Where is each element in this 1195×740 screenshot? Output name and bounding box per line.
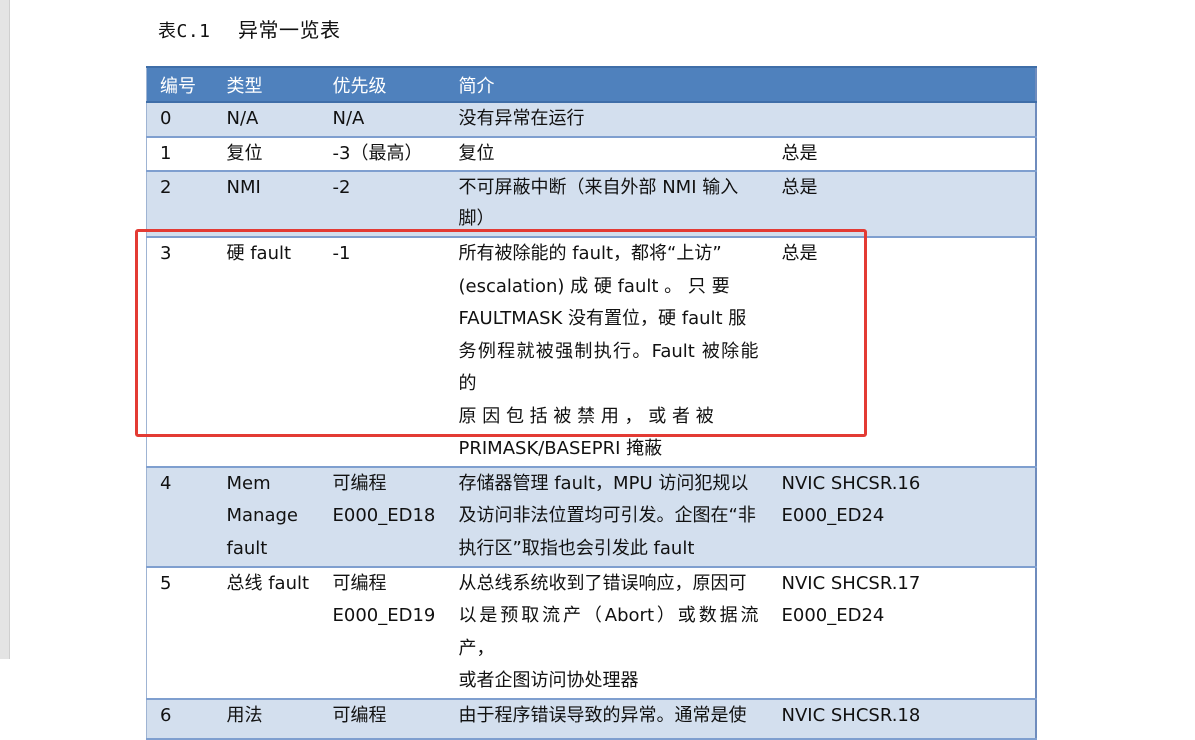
table-header-row: 编号 类型 优先级 简介 xyxy=(146,66,1036,103)
page-left-edge xyxy=(0,0,10,659)
table-row: 3 硬 fault -1 所有被除能的 fault，都将“上访” (escalat… xyxy=(146,237,1036,468)
cell-number: 5 xyxy=(146,566,214,700)
table-caption-label: 表C.1 xyxy=(158,21,211,42)
cell-type: 总线 fault xyxy=(213,566,320,700)
table-row: 4 Mem Manage fault 可编程 E000_ED18 存储器管理 faul… xyxy=(146,466,1036,568)
cell-number: 1 xyxy=(146,136,214,172)
cell-priority: -1 xyxy=(319,237,446,468)
cell-type: N/A xyxy=(213,102,320,138)
table-caption: 表C.1 异常一览表 xyxy=(158,14,340,43)
cell-extra: 总是 xyxy=(768,136,1036,172)
cell-priority: N/A xyxy=(319,102,446,138)
exception-table: 编号 类型 优先级 简介 0 N/A N/A 没有异常在运行 1 复位 -3（最… xyxy=(146,66,1037,740)
cell-number: 6 xyxy=(146,698,214,740)
header-number: 编号 xyxy=(146,66,214,103)
header-priority: 优先级 xyxy=(319,66,446,103)
cell-type: 硬 fault xyxy=(213,237,320,468)
cell-extra xyxy=(768,102,1036,138)
cell-type: 复位 xyxy=(213,136,320,172)
cell-priority: -3（最高） xyxy=(319,136,446,172)
table-row: 2 NMI -2 不可屏蔽中断（来自外部 NMI 输入 脚） 总是 xyxy=(146,171,1036,238)
cell-type: Mem Manage fault xyxy=(213,466,320,568)
cell-priority: -2 xyxy=(319,171,446,238)
cell-extra: NVIC SHCSR.18 xyxy=(768,698,1036,740)
cell-number: 3 xyxy=(146,237,214,468)
cell-type: NMI xyxy=(213,171,320,238)
cell-description: 复位 xyxy=(445,136,769,172)
table-row: 5 总线 fault 可编程 E000_ED19 从总线系统收到了错误响应，原因可… xyxy=(146,566,1036,700)
cell-priority: 可编程 xyxy=(319,698,446,740)
table-caption-title: 异常一览表 xyxy=(237,18,341,42)
cell-priority: 可编程 E000_ED18 xyxy=(319,466,446,568)
cell-priority: 可编程 E000_ED19 xyxy=(319,566,446,700)
cell-number: 0 xyxy=(146,102,214,138)
cell-type: 用法 xyxy=(213,698,320,740)
cell-description: 没有异常在运行 xyxy=(445,102,769,138)
table-row: 1 复位 -3（最高） 复位 总是 xyxy=(146,136,1036,172)
cell-number: 2 xyxy=(146,171,214,238)
cell-description: 由于程序错误导致的异常。通常是使 xyxy=(445,698,769,740)
header-description: 简介 xyxy=(445,66,769,103)
header-type: 类型 xyxy=(213,66,320,103)
cell-extra: 总是 xyxy=(768,237,1036,468)
cell-description: 不可屏蔽中断（来自外部 NMI 输入 脚） xyxy=(445,171,769,238)
table-row: 6 用法 可编程 由于程序错误导致的异常。通常是使 NVIC SHCSR.18 xyxy=(146,698,1036,740)
header-extra xyxy=(768,66,1036,103)
cell-number: 4 xyxy=(146,466,214,568)
cell-description: 存储器管理 fault，MPU 访问犯规以 及访问非法位置均可引发。企图在“非 执行… xyxy=(445,466,769,568)
cell-extra: NVIC SHCSR.17 E000_ED24 xyxy=(768,566,1036,700)
cell-extra: 总是 xyxy=(768,171,1036,238)
table-row: 0 N/A N/A 没有异常在运行 xyxy=(146,102,1036,138)
cell-description: 从总线系统收到了错误响应，原因可 以是预取流产（Abort）或数据流产， 或者企图访… xyxy=(445,566,769,700)
cell-extra: NVIC SHCSR.16 E000_ED24 xyxy=(768,466,1036,568)
cell-description: 所有被除能的 fault，都将“上访” (escalation) 成 硬 faul… xyxy=(445,237,769,468)
